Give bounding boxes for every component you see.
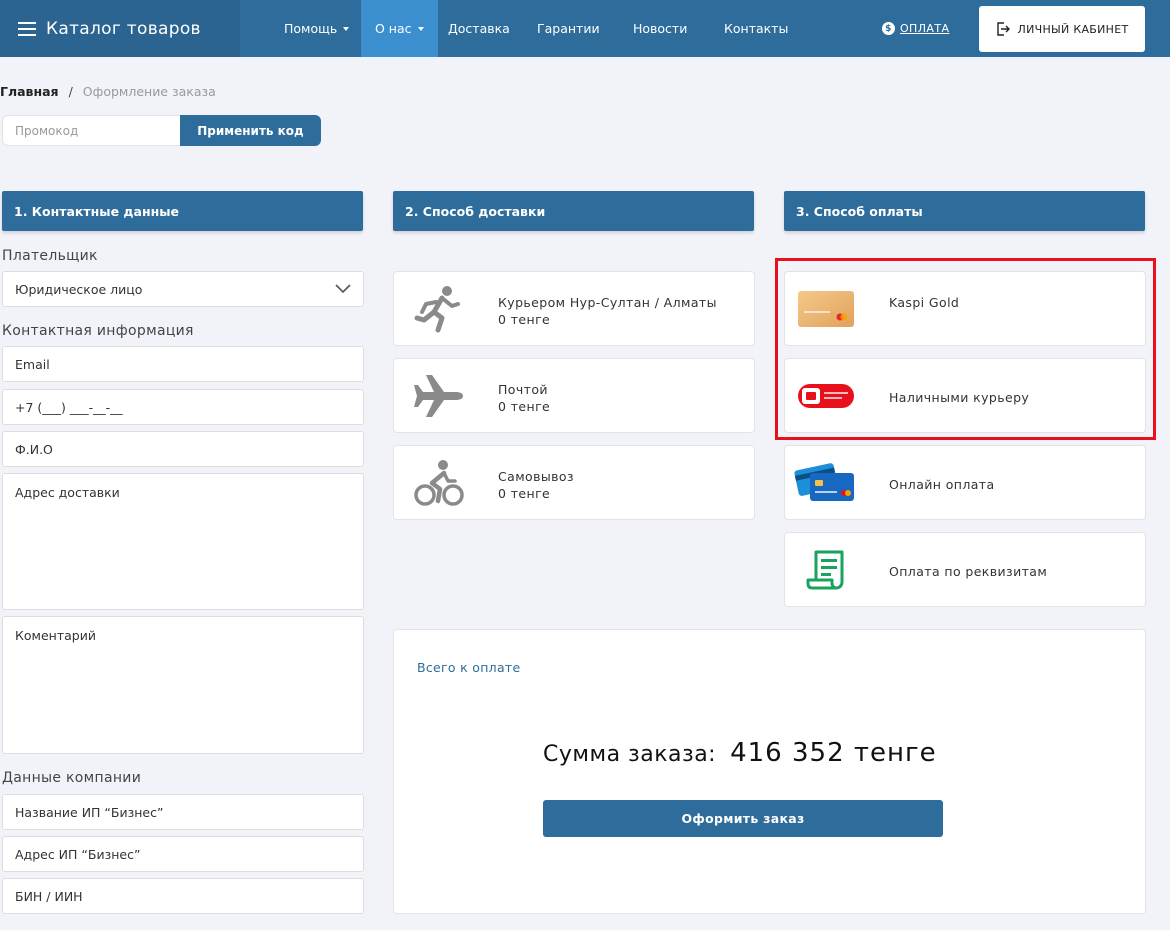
- contact-info-label: Контактная информация: [2, 323, 194, 339]
- delivery-section-header: 2. Способ доставки: [393, 191, 754, 231]
- nav-item-label: Контакты: [724, 21, 789, 36]
- catalog-menu[interactable]: Каталог товаров: [0, 0, 240, 57]
- personal-cabinet-button[interactable]: ЛИЧНЫЙ КАБИНЕТ: [979, 6, 1145, 52]
- nav-item-help[interactable]: Помощь: [284, 0, 350, 57]
- apply-code-button[interactable]: Применить код: [180, 115, 321, 146]
- payment-section-header: 3. Способ оплаты: [784, 191, 1145, 231]
- breadcrumb: Главная / Оформление заказа: [0, 84, 216, 99]
- delivery-option-title: Самовывоз: [498, 469, 574, 484]
- dollar-icon: $: [882, 22, 895, 35]
- chevron-down-icon: [335, 284, 351, 294]
- delivery-option-price: 0 тенге: [498, 399, 551, 414]
- delivery-option-courier[interactable]: Курьером Нур-Султан / Алматы 0 тенге: [393, 271, 755, 346]
- nav-item-label: Новости: [633, 21, 688, 36]
- bicycle-icon: [412, 456, 466, 510]
- payment-link-label: ОПЛАТА: [900, 22, 950, 35]
- breadcrumb-current: Оформление заказа: [82, 84, 216, 99]
- delivery-address-field[interactable]: [2, 473, 364, 610]
- nav-item-label: Помощь: [284, 21, 338, 36]
- delivery-option-price: 0 тенге: [498, 312, 551, 327]
- airplane-icon: [412, 369, 466, 423]
- nav-item-label: Доставка: [448, 21, 510, 36]
- breadcrumb-home[interactable]: Главная: [0, 84, 59, 99]
- total-to-pay-label: Всего к оплате: [417, 660, 521, 675]
- bank-cards-icon: [793, 458, 857, 504]
- order-sum: Сумма заказа: 416 352 тенге: [543, 738, 937, 768]
- payer-label: Плательщик: [2, 248, 98, 264]
- payment-link[interactable]: $ ОПЛАТА: [882, 0, 949, 57]
- payment-option-title: Онлайн оплата: [889, 477, 995, 492]
- delivery-option-price: 0 тенге: [498, 486, 551, 501]
- email-field[interactable]: [2, 346, 364, 382]
- comment-field[interactable]: [2, 616, 364, 754]
- order-sum-value: 416 352 тенге: [730, 738, 937, 768]
- cabinet-button-label: ЛИЧНЫЙ КАБИНЕТ: [1017, 22, 1129, 36]
- bin-iin-field[interactable]: [2, 878, 364, 914]
- hamburger-icon[interactable]: [18, 21, 36, 36]
- order-sum-label: Сумма заказа:: [543, 742, 717, 767]
- breadcrumb-separator: /: [68, 84, 73, 99]
- payer-select[interactable]: Юридическое лицо: [2, 271, 364, 307]
- payment-option-online[interactable]: Онлайн оплата: [784, 445, 1146, 520]
- top-navbar: Каталог товаров Помощь О нас Доставка Га…: [0, 0, 1170, 57]
- delivery-option-post[interactable]: Почтой 0 тенге: [393, 358, 755, 433]
- caret-down-icon: [343, 26, 350, 31]
- full-name-field[interactable]: [2, 431, 364, 467]
- nav-item-about[interactable]: О нас: [361, 0, 438, 57]
- company-data-label: Данные компании: [2, 770, 142, 786]
- nav-item-label: Гарантии: [537, 21, 600, 36]
- promo-code-input[interactable]: [2, 115, 180, 146]
- payer-select-value: Юридическое лицо: [15, 281, 143, 297]
- delivery-option-title: Курьером Нур-Султан / Алматы: [498, 295, 717, 310]
- phone-field[interactable]: [2, 389, 364, 425]
- caret-down-icon: [417, 26, 424, 31]
- place-order-button[interactable]: Оформить заказ: [543, 800, 943, 837]
- payment-options-highlight: [775, 258, 1156, 440]
- running-courier-icon: [412, 282, 466, 336]
- nav-item-contacts[interactable]: Контакты: [724, 0, 788, 57]
- delivery-option-title: Почтой: [498, 382, 548, 397]
- payment-option-title: Оплата по реквизитам: [889, 564, 1048, 579]
- login-icon: [996, 22, 1010, 36]
- catalog-title: Каталог товаров: [46, 18, 201, 39]
- delivery-option-pickup[interactable]: Самовывоз 0 тенге: [393, 445, 755, 520]
- nav-item-guarantees[interactable]: Гарантии: [537, 0, 600, 57]
- nav-item-delivery[interactable]: Доставка: [448, 0, 510, 57]
- contact-section-header: 1. Контактные данные: [2, 191, 363, 231]
- company-name-field[interactable]: [2, 794, 364, 830]
- company-address-field[interactable]: [2, 836, 364, 872]
- payment-option-requisites[interactable]: Оплата по реквизитам: [784, 532, 1146, 607]
- invoice-icon: [801, 547, 851, 593]
- nav-item-news[interactable]: Новости: [633, 0, 687, 57]
- nav-item-label: О нас: [375, 21, 412, 36]
